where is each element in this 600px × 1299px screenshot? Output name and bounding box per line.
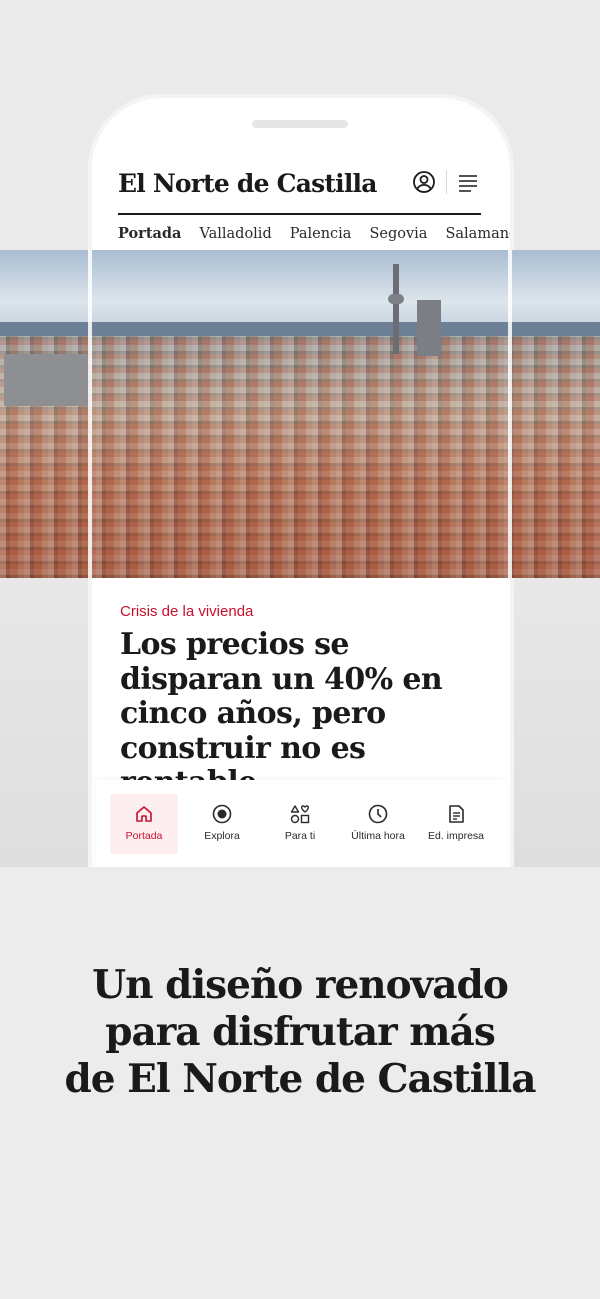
nav-label: Portada (125, 830, 163, 842)
tab-palencia[interactable]: Palencia (281, 222, 361, 250)
menu-icon[interactable] (458, 174, 478, 192)
nav-explora[interactable]: Explora (188, 794, 256, 854)
nav-label: Explora (204, 830, 240, 842)
masthead-logo[interactable]: El Norte de Castilla (118, 166, 456, 202)
shapes-icon (290, 805, 310, 824)
nav-label: Última hora (351, 830, 405, 842)
bottom-nav: Portada Explora Para ti Última hora Ed. … (96, 780, 506, 867)
article-headline[interactable]: Los precios se disparan un 40% en cinco … (120, 627, 490, 801)
promo-tagline: Un diseño renovado para disfrutar más de… (0, 962, 600, 1103)
nav-label: Para ti (284, 830, 316, 842)
target-icon (212, 804, 232, 824)
tagline-line-2: para disfrutar más (105, 1009, 496, 1055)
header-rule (118, 213, 481, 215)
phone-speaker (252, 120, 348, 128)
tab-salamanca[interactable]: Salamanca (436, 222, 510, 250)
photo-skyscraper (417, 300, 441, 356)
tab-valladolid[interactable]: Valladolid (190, 222, 280, 250)
phone-edge-left (88, 250, 92, 578)
photo-building (4, 354, 88, 406)
document-icon (449, 805, 464, 823)
photo-tv-tower (393, 264, 399, 354)
photo-tv-tower-head (388, 294, 404, 304)
article-kicker[interactable]: Crisis de la vivienda (120, 603, 253, 620)
nav-ultima-hora[interactable]: Última hora (344, 794, 412, 854)
header-divider (446, 170, 447, 194)
tab-segovia[interactable]: Segovia (360, 222, 436, 250)
nav-para-ti[interactable]: Para ti (266, 794, 334, 854)
nav-portada[interactable]: Portada (110, 794, 178, 854)
phone-edge-right (508, 250, 512, 578)
home-icon (136, 806, 152, 822)
tagline-line-3: de El Norte de Castilla (64, 1056, 536, 1102)
nav-label: Ed. impresa (427, 830, 485, 842)
clock-icon (368, 804, 388, 824)
tagline-line-1: Un diseño renovado (92, 962, 509, 1008)
nav-ed-impresa[interactable]: Ed. impresa (422, 794, 490, 854)
user-icon[interactable] (412, 170, 436, 194)
tab-portada[interactable]: Portada (118, 222, 190, 250)
section-tabs: Portada Valladolid Palencia Segovia Sala… (118, 222, 510, 250)
